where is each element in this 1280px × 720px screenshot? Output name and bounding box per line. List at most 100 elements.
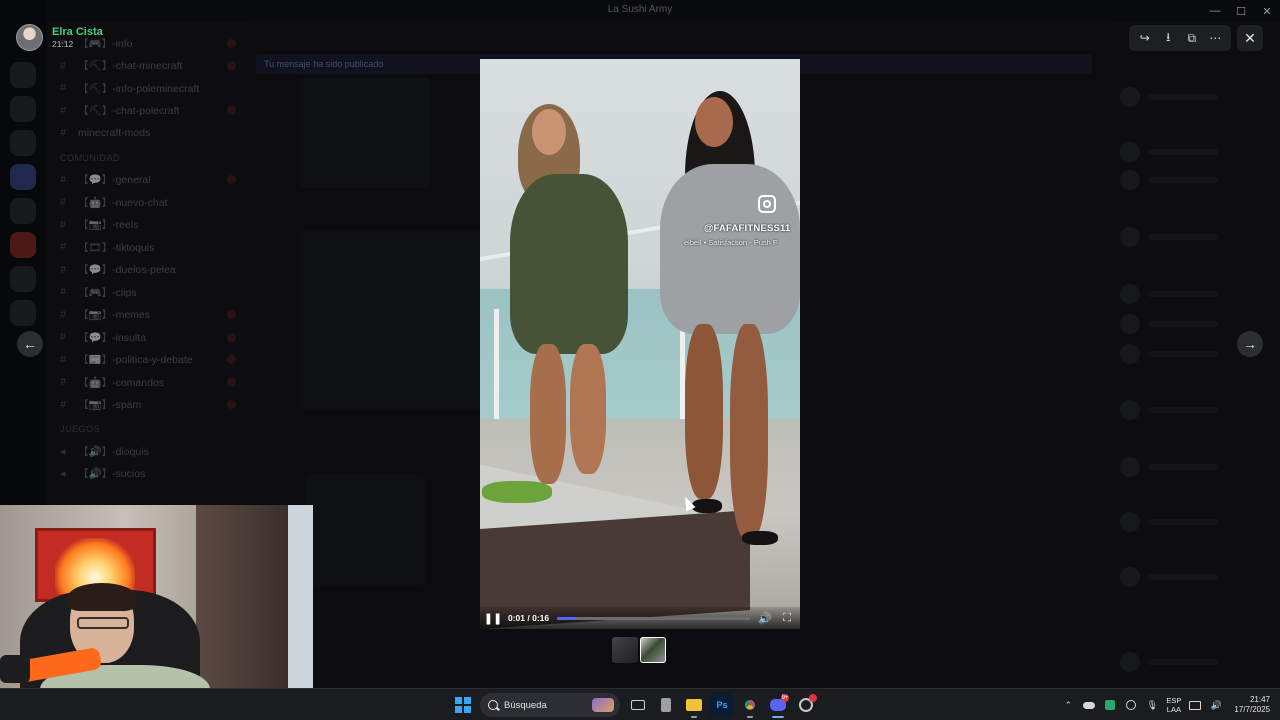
channel-item[interactable]: # 【🤖】-nuevo-chat <box>46 191 246 214</box>
channel-item[interactable]: # 【📷】-memes <box>46 304 246 327</box>
display-icon[interactable] <box>1188 698 1202 712</box>
hash-icon: # <box>60 173 67 186</box>
member-item[interactable] <box>1120 400 1270 420</box>
previous-media-button[interactable]: ← <box>17 331 43 357</box>
channel-item[interactable]: # 【📷】-reels <box>46 214 246 237</box>
media-thumbnail[interactable] <box>612 637 638 663</box>
hash-icon: # <box>60 353 67 366</box>
instagram-icon <box>758 195 776 213</box>
channel-category[interactable]: Comunidad <box>46 145 246 169</box>
server-icon[interactable] <box>10 164 36 190</box>
server-icon[interactable] <box>10 130 36 156</box>
media-thumbnail-active[interactable] <box>640 637 666 663</box>
avatar <box>1120 652 1140 672</box>
taskbar: Búsqueda Ps 9+ ⌃ 🎙 ESP LAA 🔊 21:47 17/7/20… <box>0 688 1280 720</box>
avatar <box>1120 400 1140 420</box>
channel-item[interactable]: # 【⛏】-info-poleminecraft <box>46 77 246 100</box>
app-icon[interactable] <box>794 693 818 717</box>
member-item[interactable] <box>1120 284 1270 304</box>
member-item[interactable] <box>1120 567 1270 587</box>
avatar[interactable] <box>16 24 43 51</box>
network-icon[interactable] <box>1124 698 1138 712</box>
forward-icon[interactable]: ↪ <box>1135 28 1155 48</box>
server-icon[interactable] <box>10 232 36 258</box>
member-item[interactable] <box>1120 227 1270 247</box>
hash-icon: # <box>60 59 67 72</box>
clock[interactable]: 21:47 17/7/2025 <box>1234 695 1270 715</box>
media-author[interactable]: Elra Cista 21:12 <box>16 24 103 51</box>
voice-channel-item[interactable]: ◂ 【🔊】-dioquis <box>46 440 246 463</box>
open-external-icon[interactable]: ⧉ <box>1182 28 1202 48</box>
file-explorer-icon[interactable] <box>682 693 706 718</box>
video-player[interactable]: @FAFAFITNESS11 elbell • Satisfaction - P… <box>480 59 800 629</box>
channel-item[interactable]: # 【💬】-insulta <box>46 326 246 349</box>
channel-item[interactable]: # 【🎞】-tiktoquis <box>46 236 246 259</box>
video-controls: ❚❚ 0:01 / 0:16 🔊 ⛶ <box>480 607 800 629</box>
video-figure-right <box>692 499 722 513</box>
message-image[interactable] <box>300 230 480 410</box>
more-icon[interactable]: ⋯ <box>1205 28 1225 48</box>
video-figure-right <box>660 164 800 334</box>
author-name[interactable]: Elra Cista <box>52 26 103 39</box>
server-icon[interactable] <box>10 198 36 224</box>
channel-item[interactable]: # 【🤖】-comandos <box>46 371 246 394</box>
member-item[interactable] <box>1120 170 1270 190</box>
message-image[interactable] <box>300 78 430 188</box>
unread-badge <box>227 175 236 185</box>
channel-item[interactable]: # 【💬】-duelos-pelea <box>46 259 246 282</box>
server-icon[interactable] <box>10 96 36 122</box>
hash-icon: # <box>60 331 67 344</box>
channel-item[interactable]: # 【🎮】-clips <box>46 281 246 304</box>
channel-category[interactable]: Juegos <box>46 416 246 440</box>
chevron-up-icon[interactable]: ⌃ <box>1061 698 1075 712</box>
hash-icon: # <box>60 263 67 276</box>
message-image[interactable] <box>305 475 425 585</box>
server-icon[interactable] <box>10 266 36 292</box>
channel-item[interactable]: # 【⛏】-chat-polecraft <box>46 100 246 123</box>
voice-channel-item[interactable]: ◂ 【🔊】-sucios <box>46 463 246 486</box>
microphone-icon[interactable]: 🎙 <box>1145 698 1159 712</box>
hash-icon: # <box>60 82 67 95</box>
channel-item[interactable]: # minecraft-mods <box>46 122 246 145</box>
discord-badge: 9+ <box>781 694 789 702</box>
fullscreen-icon[interactable]: ⛶ <box>780 611 794 625</box>
language-indicator[interactable]: ESP LAA <box>1166 696 1181 714</box>
channel-item[interactable]: # 【📰】-politica-y-debate <box>46 349 246 372</box>
server-icon[interactable] <box>10 300 36 326</box>
next-media-button[interactable]: → <box>1237 331 1263 357</box>
hash-icon: # <box>60 196 67 209</box>
hash-icon: # <box>60 286 67 299</box>
maximize-button[interactable]: ☐ <box>1228 0 1254 22</box>
video-watermark-song: elbell • Satisfaction - Push F <box>684 238 778 247</box>
close-viewer-button[interactable]: ✕ <box>1237 25 1263 51</box>
member-item[interactable] <box>1120 457 1270 477</box>
discord-icon[interactable]: 9+ <box>766 693 790 718</box>
channel-item[interactable]: # 【💬】-general <box>46 169 246 192</box>
windows-start-icon[interactable] <box>452 693 474 717</box>
onedrive-icon[interactable] <box>1082 698 1096 712</box>
channel-item[interactable]: # 【📷】-spam <box>46 394 246 417</box>
taskbar-search[interactable]: Búsqueda <box>480 693 620 717</box>
progress-bar[interactable] <box>557 616 750 620</box>
server-icon[interactable] <box>10 62 36 88</box>
app-icon[interactable] <box>654 693 678 717</box>
speaker-icon[interactable]: 🔊 <box>1209 698 1223 712</box>
security-icon[interactable] <box>1103 698 1117 712</box>
system-tray: ⌃ 🎙 ESP LAA 🔊 21:47 17/7/2025 <box>1061 689 1280 720</box>
download-icon[interactable]: ⭳ <box>1158 28 1178 48</box>
video-time: 0:01 / 0:16 <box>508 613 550 623</box>
avatar <box>1120 142 1140 162</box>
photoshop-icon[interactable]: Ps <box>710 693 734 717</box>
window-close-button[interactable]: ✕ <box>1254 0 1280 22</box>
screen: # 【🎮】-info # 【⛏】-chat-minecraft # 【⛏】-info-… <box>0 0 1280 720</box>
member-item[interactable] <box>1120 652 1270 672</box>
volume-icon[interactable]: 🔊 <box>758 611 772 625</box>
task-view-icon[interactable] <box>626 693 650 717</box>
minimize-button[interactable]: — <box>1202 0 1228 22</box>
member-item[interactable] <box>1120 512 1270 532</box>
member-item[interactable] <box>1120 142 1270 162</box>
pause-icon[interactable]: ❚❚ <box>484 611 502 625</box>
channel-item[interactable]: # 【⛏】-chat-minecraft <box>46 55 246 78</box>
member-item[interactable] <box>1120 87 1270 107</box>
chrome-icon[interactable] <box>738 693 762 718</box>
